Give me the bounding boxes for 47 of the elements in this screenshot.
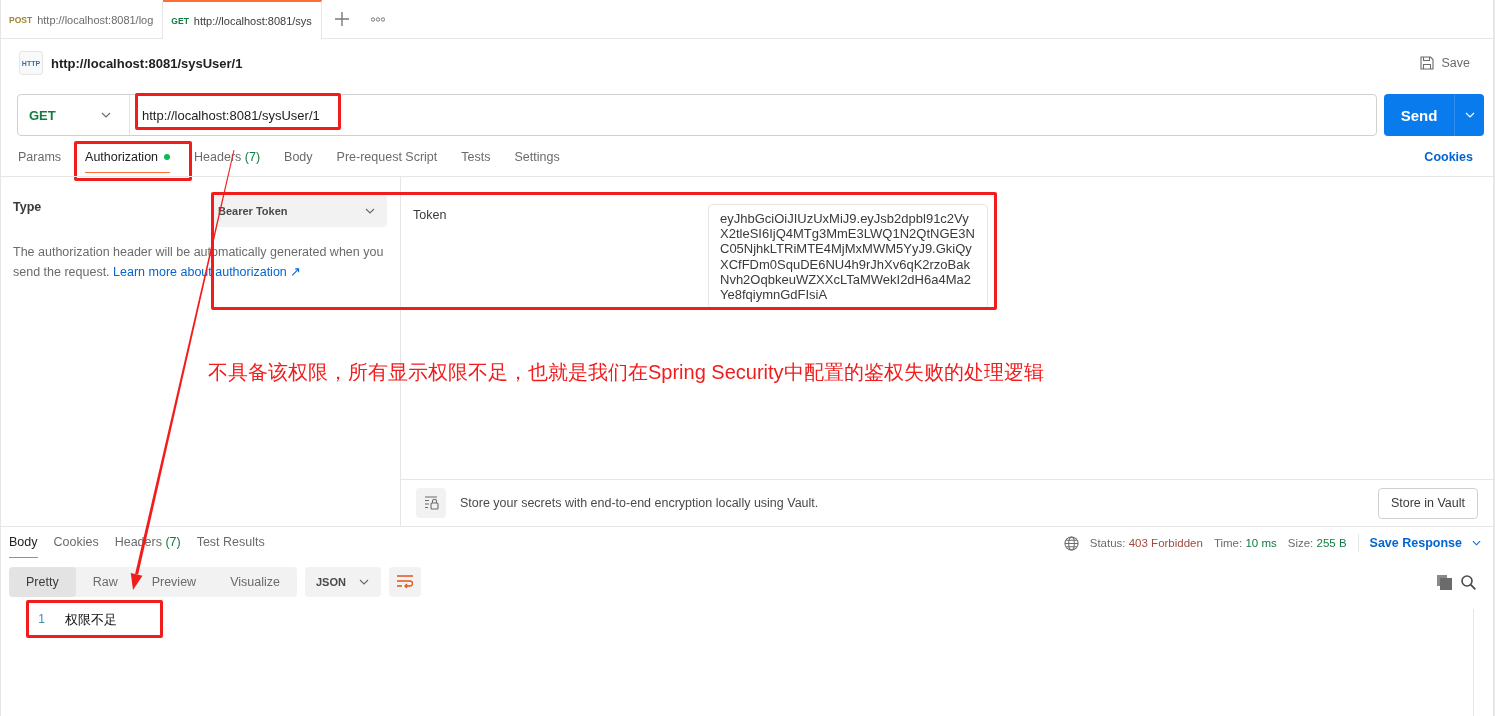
- url-field[interactable]: http://localhost:8081/sysUser/1: [142, 108, 320, 123]
- vault-lock-icon: [416, 488, 446, 518]
- response-time[interactable]: Time: 10 ms: [1213, 537, 1277, 549]
- view-mode-tab[interactable]: Raw: [75, 567, 135, 597]
- response-tab[interactable]: Test Results: [196, 527, 265, 558]
- request-title: http://localhost:8081/sysUser/1: [51, 55, 243, 71]
- save-icon: [1419, 56, 1434, 70]
- view-mode-tab[interactable]: Visualize: [213, 567, 297, 597]
- response-size[interactable]: Size: 255 B: [1287, 537, 1347, 549]
- request-section-tab[interactable]: Settings: [514, 145, 560, 173]
- token-label: Token: [413, 208, 448, 222]
- view-mode-tab[interactable]: Pretty: [9, 567, 76, 597]
- copy-icon[interactable]: [1437, 574, 1452, 590]
- annotation-note: 不具备该权限，所有显示权限不足，也就是我们在Spring Security中配置的鉴权失败的处理逻辑: [208, 360, 1044, 385]
- response-tab[interactable]: Cookies: [53, 527, 99, 558]
- wrap-lines-button[interactable]: [388, 567, 421, 597]
- type-label: Type: [13, 200, 43, 214]
- request-section-tab[interactable]: Authorization: [85, 145, 171, 173]
- request-tab[interactable]: GET http://localhost:8081/sys: [163, 0, 322, 39]
- chevron-down-icon: [1472, 540, 1481, 546]
- search-icon[interactable]: [1461, 574, 1476, 590]
- globe-icon[interactable]: [1063, 535, 1079, 551]
- chevron-down-icon: [101, 112, 111, 118]
- send-button[interactable]: Send: [1384, 94, 1454, 136]
- method-dropdown[interactable]: GET: [18, 95, 130, 135]
- save-button[interactable]: Save: [1419, 56, 1470, 70]
- vault-message: Store your secrets with end-to-end encryption locally using Vault.: [460, 496, 819, 510]
- save-response-button[interactable]: Save Response: [1369, 536, 1481, 550]
- format-dropdown[interactable]: JSON: [304, 567, 381, 597]
- chevron-down-icon: [1464, 112, 1475, 118]
- response-tab[interactable]: Body: [9, 527, 38, 558]
- plus-icon[interactable]: [334, 12, 349, 26]
- send-options-button[interactable]: [1454, 94, 1484, 136]
- view-mode-tab[interactable]: Preview: [134, 567, 214, 597]
- request-section-tab[interactable]: Tests: [461, 145, 491, 173]
- store-in-vault-button[interactable]: Store in Vault: [1377, 487, 1478, 519]
- response-status[interactable]: Status: 403 Forbidden: [1089, 537, 1203, 549]
- cookies-link[interactable]: Cookies: [1424, 141, 1473, 173]
- chevron-down-icon: [365, 208, 375, 214]
- chevron-down-icon: [358, 579, 369, 585]
- request-section-tab[interactable]: Body: [284, 145, 313, 173]
- wrap-lines-icon: [396, 575, 413, 589]
- request-section-tab[interactable]: Pre-request Script: [336, 145, 438, 173]
- response-body-text: 权限不足: [65, 612, 117, 627]
- line-number: 1: [37, 612, 45, 626]
- more-icon[interactable]: [370, 16, 385, 22]
- request-section-tab[interactable]: Params: [18, 145, 62, 173]
